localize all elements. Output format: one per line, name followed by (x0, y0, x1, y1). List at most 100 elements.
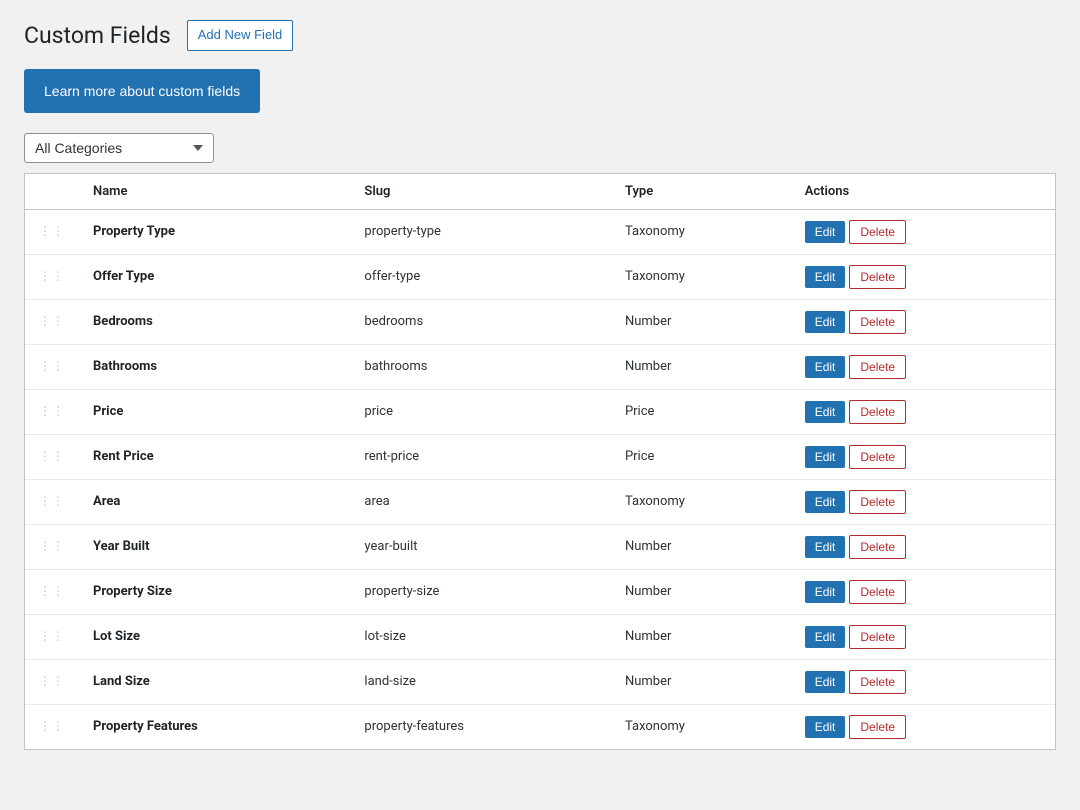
drag-handle-icon: ⋮⋮ (39, 629, 65, 643)
edit-button[interactable]: Edit (805, 716, 846, 738)
delete-button[interactable]: Delete (849, 580, 906, 604)
drag-handle-icon: ⋮⋮ (39, 404, 65, 418)
delete-button[interactable]: Delete (849, 715, 906, 739)
field-type: Taxonomy (611, 704, 791, 749)
edit-button[interactable]: Edit (805, 356, 846, 378)
table-row: ⋮⋮Property Sizeproperty-sizeNumber Edit … (25, 569, 1055, 614)
drag-handle[interactable]: ⋮⋮ (25, 614, 79, 659)
table-body: ⋮⋮Property Typeproperty-typeTaxonomy Edi… (25, 209, 1055, 749)
delete-button[interactable]: Delete (849, 220, 906, 244)
delete-button[interactable]: Delete (849, 625, 906, 649)
field-type: Price (611, 434, 791, 479)
col-actions: Actions (791, 174, 1055, 210)
edit-button[interactable]: Edit (805, 221, 846, 243)
field-slug: bedrooms (350, 299, 611, 344)
delete-button[interactable]: Delete (849, 535, 906, 559)
col-slug: Slug (350, 174, 611, 210)
field-type: Number (611, 299, 791, 344)
field-type: Number (611, 659, 791, 704)
field-slug: price (350, 389, 611, 434)
delete-button[interactable]: Delete (849, 265, 906, 289)
field-type: Number (611, 344, 791, 389)
field-name: Bathrooms (79, 344, 350, 389)
table-row: ⋮⋮ BedroomsbedroomsNumber Edit Delete (25, 299, 1055, 344)
filter-row: All Categories Property Rental (24, 133, 1056, 163)
edit-button[interactable]: Edit (805, 671, 846, 693)
field-type: Number (611, 524, 791, 569)
edit-button[interactable]: Edit (805, 581, 846, 603)
edit-button[interactable]: Edit (805, 446, 846, 468)
edit-button[interactable]: Edit (805, 401, 846, 423)
add-new-field-button[interactable]: Add New Field (187, 20, 294, 51)
field-name: Bedrooms (79, 299, 350, 344)
drag-handle-icon: ⋮⋮ (39, 449, 65, 463)
field-slug: year-built (350, 524, 611, 569)
drag-handle[interactable]: ⋮⋮ (25, 344, 79, 389)
table-row: ⋮⋮ Property Featuresproperty-featuresTaxo… (25, 704, 1055, 749)
field-name: Property Size (79, 569, 350, 614)
edit-button[interactable]: Edit (805, 491, 846, 513)
table-row: ⋮⋮PricepricePrice Edit Delete (25, 389, 1055, 434)
edit-button[interactable]: Edit (805, 626, 846, 648)
field-slug: rent-price (350, 434, 611, 479)
col-name: Name (79, 174, 350, 210)
field-actions: Edit Delete (791, 434, 1055, 479)
drag-handle[interactable]: ⋮⋮ (25, 569, 79, 614)
table-row: ⋮⋮ Lot Sizelot-sizeNumber Edit Delete (25, 614, 1055, 659)
table-row: ⋮⋮Offer Typeoffer-typeTaxonomy Edit Dele… (25, 254, 1055, 299)
field-slug: lot-size (350, 614, 611, 659)
field-slug: area (350, 479, 611, 524)
drag-handle[interactable]: ⋮⋮ (25, 704, 79, 749)
custom-fields-table: Name Slug Type Actions ⋮⋮Property Typepr… (25, 174, 1055, 749)
field-actions: Edit Delete (791, 254, 1055, 299)
delete-button[interactable]: Delete (849, 490, 906, 514)
field-type: Number (611, 614, 791, 659)
field-actions: Edit Delete (791, 704, 1055, 749)
delete-button[interactable]: Delete (849, 355, 906, 379)
edit-button[interactable]: Edit (805, 311, 846, 333)
drag-handle[interactable]: ⋮⋮ (25, 524, 79, 569)
drag-handle-icon: ⋮⋮ (39, 719, 65, 733)
edit-button[interactable]: Edit (805, 536, 846, 558)
drag-handle[interactable]: ⋮⋮ (25, 659, 79, 704)
drag-handle[interactable]: ⋮⋮ (25, 209, 79, 254)
field-type: Taxonomy (611, 479, 791, 524)
delete-button[interactable]: Delete (849, 670, 906, 694)
drag-handle[interactable]: ⋮⋮ (25, 479, 79, 524)
field-actions: Edit Delete (791, 344, 1055, 389)
delete-button[interactable]: Delete (849, 310, 906, 334)
category-select[interactable]: All Categories Property Rental (24, 133, 214, 163)
custom-fields-table-container: Name Slug Type Actions ⋮⋮Property Typepr… (24, 173, 1056, 750)
drag-handle[interactable]: ⋮⋮ (25, 299, 79, 344)
field-name: Land Size (79, 659, 350, 704)
drag-handle-icon: ⋮⋮ (39, 314, 65, 328)
edit-button[interactable]: Edit (805, 266, 846, 288)
delete-button[interactable]: Delete (849, 400, 906, 424)
drag-handle-icon: ⋮⋮ (39, 674, 65, 688)
field-name: Area (79, 479, 350, 524)
learn-more-button[interactable]: Learn more about custom fields (24, 69, 260, 113)
field-actions: Edit Delete (791, 479, 1055, 524)
drag-handle-icon: ⋮⋮ (39, 224, 65, 238)
field-type: Price (611, 389, 791, 434)
field-slug: property-features (350, 704, 611, 749)
field-name: Property Features (79, 704, 350, 749)
field-actions: Edit Delete (791, 569, 1055, 614)
table-row: ⋮⋮ Land Sizeland-sizeNumber Edit Delete (25, 659, 1055, 704)
table-row: ⋮⋮BathroomsbathroomsNumber Edit Delete (25, 344, 1055, 389)
field-name: Rent Price (79, 434, 350, 479)
field-name: Lot Size (79, 614, 350, 659)
field-type: Taxonomy (611, 209, 791, 254)
drag-handle-icon: ⋮⋮ (39, 359, 65, 373)
drag-handle[interactable]: ⋮⋮ (25, 434, 79, 479)
field-actions: Edit Delete (791, 614, 1055, 659)
table-row: ⋮⋮Property Typeproperty-typeTaxonomy Edi… (25, 209, 1055, 254)
table-row: ⋮⋮AreaareaTaxonomy Edit Delete (25, 479, 1055, 524)
drag-handle[interactable]: ⋮⋮ (25, 254, 79, 299)
drag-handle[interactable]: ⋮⋮ (25, 389, 79, 434)
field-name: Year Built (79, 524, 350, 569)
col-type: Type (611, 174, 791, 210)
drag-handle-icon: ⋮⋮ (39, 584, 65, 598)
field-slug: land-size (350, 659, 611, 704)
delete-button[interactable]: Delete (849, 445, 906, 469)
